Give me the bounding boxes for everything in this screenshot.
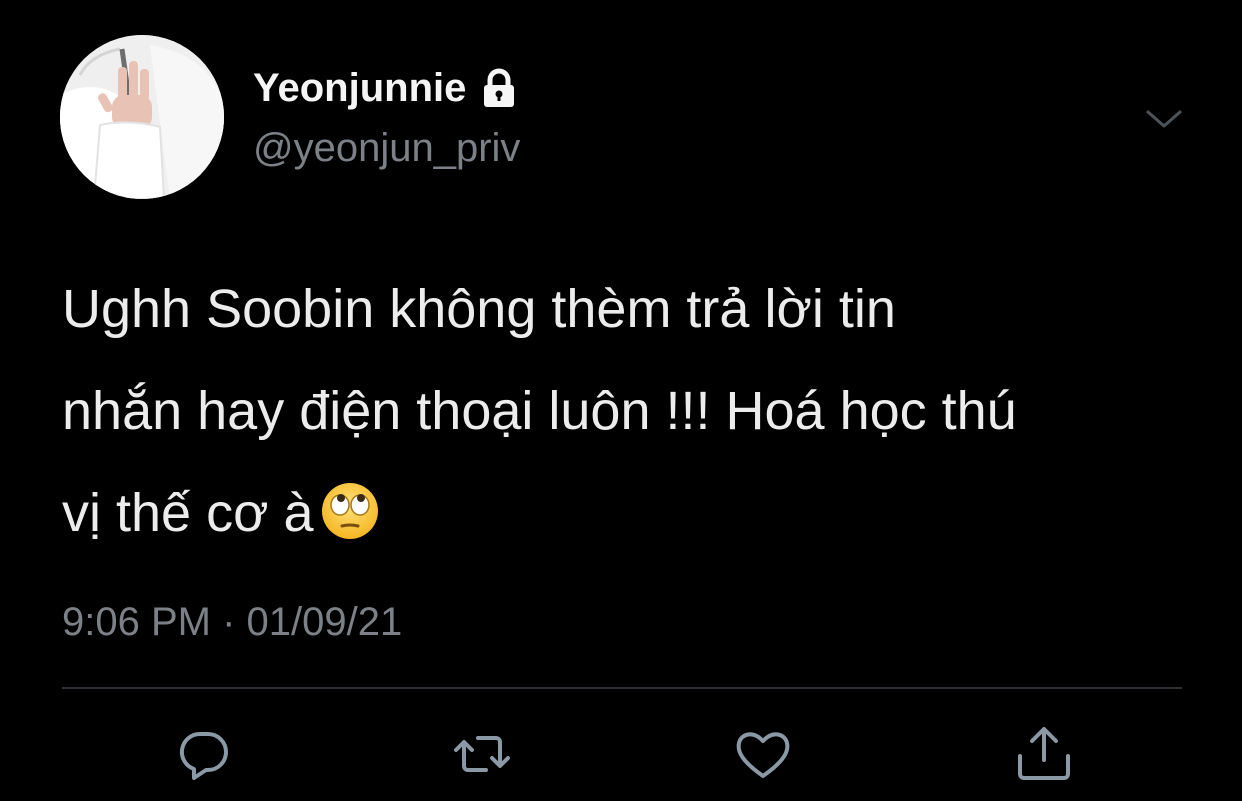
tweet-text: Ughh Soobin không thèm trả lời tin nhắn … — [62, 258, 1192, 564]
chevron-down-icon[interactable] — [1144, 104, 1184, 134]
divider — [62, 687, 1182, 689]
lock-icon — [478, 68, 520, 110]
tweet-timestamp[interactable]: 9:06 PM · 01/09/21 — [62, 600, 402, 645]
display-name[interactable]: Yeonjunnie — [253, 66, 466, 111]
tweet-text-line: nhắn hay điện thoại luôn !!! Hoá học thú — [62, 381, 1017, 441]
retweet-icon — [454, 736, 510, 772]
reply-icon — [179, 731, 228, 780]
heart-icon — [736, 732, 790, 778]
avatar[interactable] — [60, 35, 224, 199]
display-name-row[interactable]: Yeonjunnie — [253, 66, 520, 111]
avatar-image — [60, 35, 224, 199]
rolling-eyes-emoji-icon — [320, 472, 380, 539]
reply-button[interactable] — [172, 722, 236, 786]
share-icon — [1018, 727, 1070, 780]
user-handle[interactable]: @yeonjun_priv — [253, 126, 520, 171]
share-button[interactable] — [1012, 722, 1076, 786]
like-button[interactable] — [731, 722, 795, 786]
tweet-text-line: Ughh Soobin không thèm trả lời tin — [62, 279, 896, 339]
tweet-text-line-last: vị thế cơ à — [62, 462, 1192, 564]
retweet-button[interactable] — [450, 722, 514, 786]
tweet-text-line: vị thế cơ à — [62, 483, 314, 543]
